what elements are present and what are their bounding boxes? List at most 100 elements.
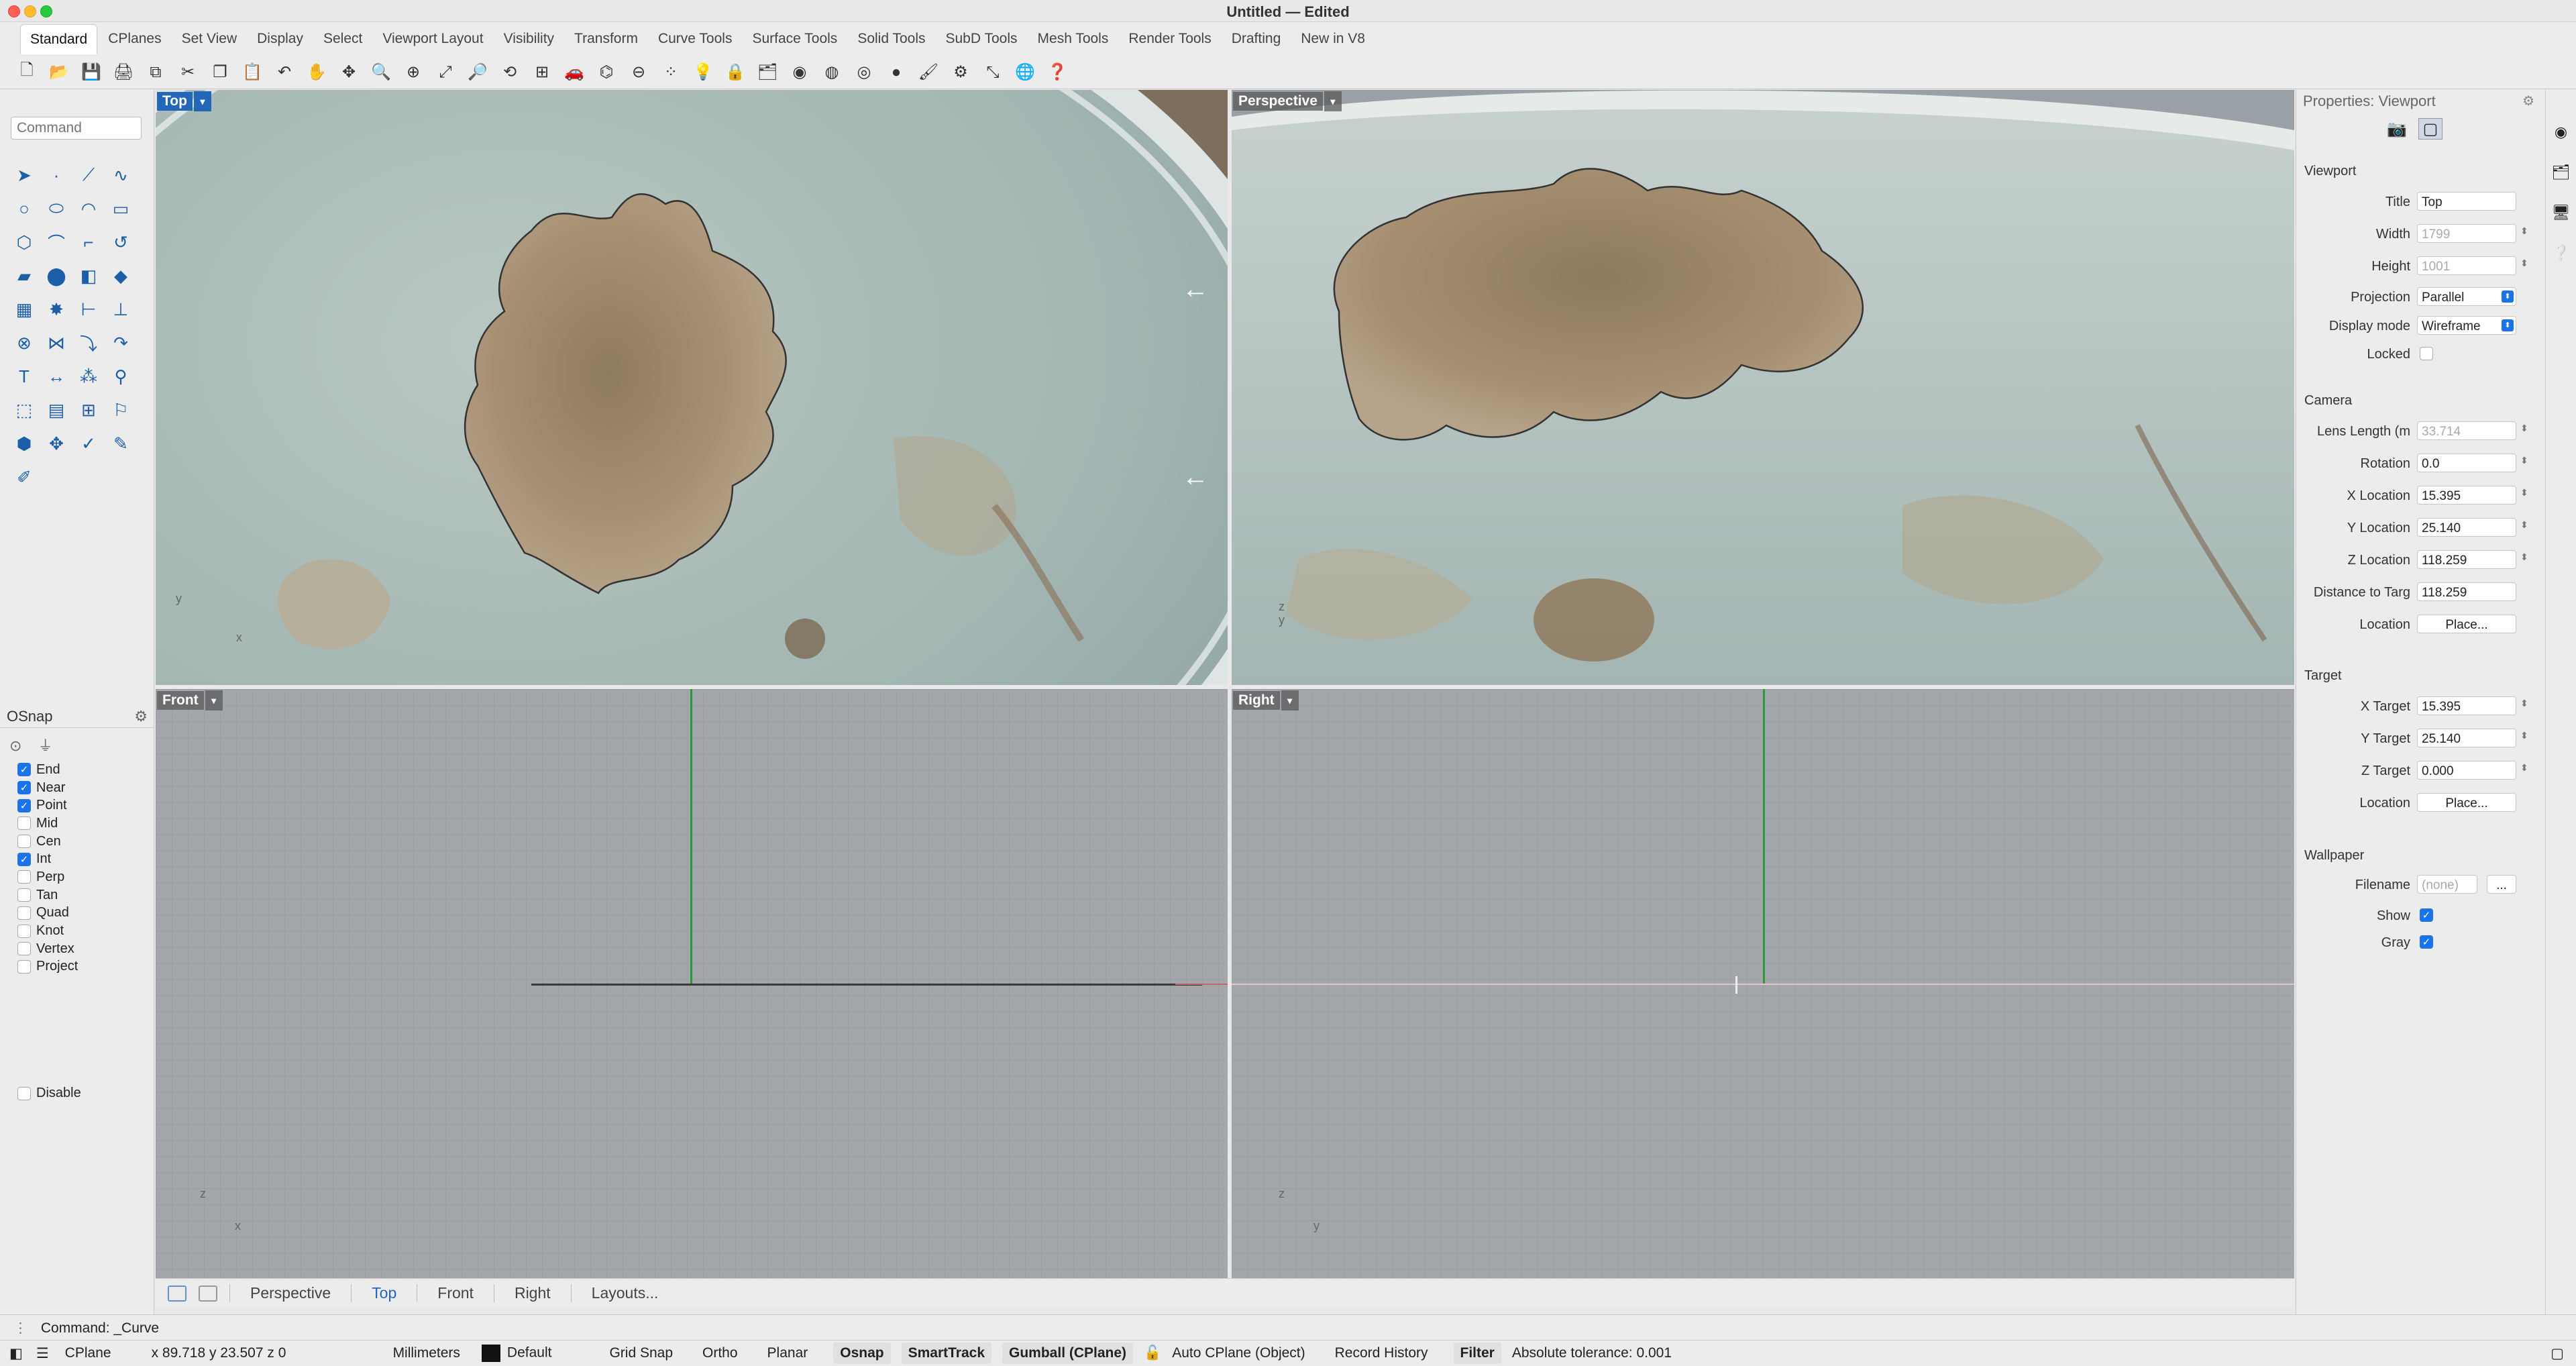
- tab-viewport-layout[interactable]: Viewport Layout: [373, 24, 492, 54]
- transform-icon[interactable]: ⤡: [981, 60, 1005, 85]
- zoom-extents-icon[interactable]: ⤢: [433, 60, 458, 85]
- lock-icon[interactable]: 🔒: [723, 60, 747, 85]
- sidebar-toggle-icon[interactable]: ◧: [9, 1345, 23, 1362]
- tab-display[interactable]: Display: [248, 24, 313, 54]
- tab-cplanes[interactable]: CPlanes: [99, 24, 170, 54]
- height-stepper[interactable]: ⬍: [2520, 258, 2528, 269]
- cage-edit-icon[interactable]: ⬢: [9, 429, 39, 458]
- render-preview-icon[interactable]: ◎: [852, 60, 876, 85]
- light-bulb-icon[interactable]: 💡: [691, 60, 715, 85]
- tab-surface-tools[interactable]: Surface Tools: [743, 24, 847, 54]
- display-mode-select[interactable]: Wireframe ⬍: [2417, 316, 2516, 335]
- array-icon[interactable]: ⁂: [74, 362, 103, 391]
- lens-length-field[interactable]: 33.714: [2417, 421, 2516, 440]
- viewport-icon[interactable]: ▢: [2418, 118, 2443, 140]
- tab-standard[interactable]: Standard: [20, 23, 98, 54]
- window-title[interactable]: Untitled — Edited: [0, 3, 2576, 21]
- fillet-curves-icon[interactable]: ⌐: [74, 227, 103, 257]
- tab-solid-tools[interactable]: Solid Tools: [848, 24, 934, 54]
- car-icon[interactable]: 🚗: [562, 60, 586, 85]
- edit-points-icon[interactable]: ✎: [106, 429, 136, 458]
- osnap-toggle[interactable]: Osnap: [833, 1343, 891, 1364]
- globe-icon[interactable]: 🌐: [1013, 60, 1037, 85]
- units-label[interactable]: Millimeters: [393, 1345, 460, 1361]
- height-field[interactable]: 1001: [2417, 256, 2516, 275]
- y-target-field[interactable]: 25.140: [2417, 729, 2516, 747]
- polyline-icon[interactable]: ⟋: [74, 160, 103, 190]
- viewport-perspective[interactable]: Perspective ▾ y z: [1232, 90, 2294, 685]
- tab-select[interactable]: Select: [314, 24, 372, 54]
- paint-brush-icon[interactable]: 🖌: [916, 60, 941, 85]
- curve-icon[interactable]: ∿: [106, 160, 136, 190]
- move-icon[interactable]: ✥: [42, 429, 71, 458]
- block-icon[interactable]: ⬚: [9, 395, 39, 425]
- rotation-field[interactable]: 0.0: [2417, 454, 2516, 472]
- wireframe-sphere-icon[interactable]: ◍: [820, 60, 844, 85]
- locked-checkbox[interactable]: [2420, 347, 2433, 360]
- vtab-right[interactable]: Right: [493, 1284, 571, 1302]
- place-target-button[interactable]: Place...: [2417, 793, 2516, 812]
- vtab-top[interactable]: Top: [351, 1284, 417, 1302]
- copy-icon[interactable]: ❐: [208, 60, 232, 85]
- record-history-toggle[interactable]: Record History: [1331, 1343, 1432, 1364]
- pan-icon[interactable]: ✋: [305, 60, 329, 85]
- vtab-perspective[interactable]: Perspective: [229, 1284, 351, 1302]
- osnap-checkbox[interactable]: ✓: [17, 852, 31, 866]
- osnap-checkbox[interactable]: [17, 942, 31, 956]
- grid-array-icon[interactable]: ⊞: [74, 395, 103, 425]
- osnap-checkbox[interactable]: ✓: [17, 781, 31, 795]
- points-icon[interactable]: ⁘: [659, 60, 683, 85]
- undo-view-icon[interactable]: ⟲: [498, 60, 522, 85]
- osnap-checkbox[interactable]: [17, 870, 31, 884]
- osnap-item-point[interactable]: ✓ Point: [17, 796, 152, 815]
- osnap-filter-icon[interactable]: ⏚: [38, 737, 53, 754]
- text-icon[interactable]: T: [9, 362, 39, 391]
- save-icon[interactable]: 💾: [79, 60, 103, 85]
- viewport-perspective-label[interactable]: Perspective ▾: [1233, 91, 1342, 111]
- print-icon[interactable]: 🖨: [111, 60, 136, 85]
- menu-icon[interactable]: ☰: [36, 1345, 49, 1362]
- properties-gear-icon[interactable]: ⚙: [2522, 93, 2534, 109]
- color-wheel-icon[interactable]: ◉: [2551, 123, 2571, 144]
- rebuild-icon[interactable]: ⤵: [74, 328, 103, 358]
- tab-mesh-tools[interactable]: Mesh Tools: [1028, 24, 1118, 54]
- cplane-label[interactable]: CPlane: [65, 1345, 111, 1361]
- arc-icon[interactable]: ◠: [74, 194, 103, 223]
- undo-icon[interactable]: ↶: [272, 60, 297, 85]
- osnap-checkbox[interactable]: [17, 906, 31, 920]
- place-camera-button[interactable]: Place...: [2417, 615, 2516, 633]
- width-field[interactable]: 1799: [2417, 224, 2516, 243]
- tab-new-in-v8[interactable]: New in V8: [1291, 24, 1375, 54]
- osnap-checkbox[interactable]: ✓: [17, 798, 31, 812]
- zoom-window-icon[interactable]: ⊕: [401, 60, 425, 85]
- osnap-checkbox[interactable]: ✓: [17, 763, 31, 777]
- z-target-stepper[interactable]: ⬍: [2520, 762, 2528, 774]
- osnap-item-near[interactable]: ✓ Near: [17, 779, 152, 797]
- split-icon[interactable]: ⊥: [106, 295, 136, 324]
- point-icon[interactable]: ·: [42, 160, 71, 190]
- lock-icon[interactable]: 🔓: [1144, 1345, 1161, 1361]
- osnap-disable[interactable]: Disable: [17, 1086, 81, 1101]
- layers-icon[interactable]: 🗂: [2551, 164, 2571, 184]
- z-target-field[interactable]: 0.000: [2417, 761, 2516, 780]
- expand-icon[interactable]: ▢: [2551, 1345, 2564, 1362]
- tab-subd-tools[interactable]: SubD Tools: [936, 24, 1027, 54]
- osnap-item-cen[interactable]: Cen: [17, 833, 152, 851]
- x-target-field[interactable]: 15.395: [2417, 696, 2516, 715]
- tab-transform[interactable]: Transform: [565, 24, 647, 54]
- x-target-stepper[interactable]: ⬍: [2520, 698, 2528, 709]
- display-icon[interactable]: 🖥: [2551, 204, 2571, 224]
- osnap-item-quad[interactable]: Quad: [17, 904, 152, 923]
- z-location-stepper[interactable]: ⬍: [2520, 551, 2528, 563]
- dimension-icon[interactable]: ↔: [42, 362, 71, 391]
- four-viewports-icon[interactable]: ⊞: [530, 60, 554, 85]
- box-solid-icon[interactable]: ◆: [106, 261, 136, 291]
- paint-icon[interactable]: ✐: [9, 462, 39, 492]
- extrude-icon[interactable]: ◧: [74, 261, 103, 291]
- viewport-front[interactable]: Front ▾ z x: [156, 689, 1228, 1278]
- z-location-field[interactable]: 118.259: [2417, 550, 2516, 569]
- paste-icon[interactable]: 📋: [240, 60, 264, 85]
- osnap-checkbox[interactable]: [17, 888, 31, 902]
- resize-grip-icon[interactable]: ⋮: [13, 1320, 28, 1336]
- viewport-top-label[interactable]: Top ▾: [157, 91, 211, 111]
